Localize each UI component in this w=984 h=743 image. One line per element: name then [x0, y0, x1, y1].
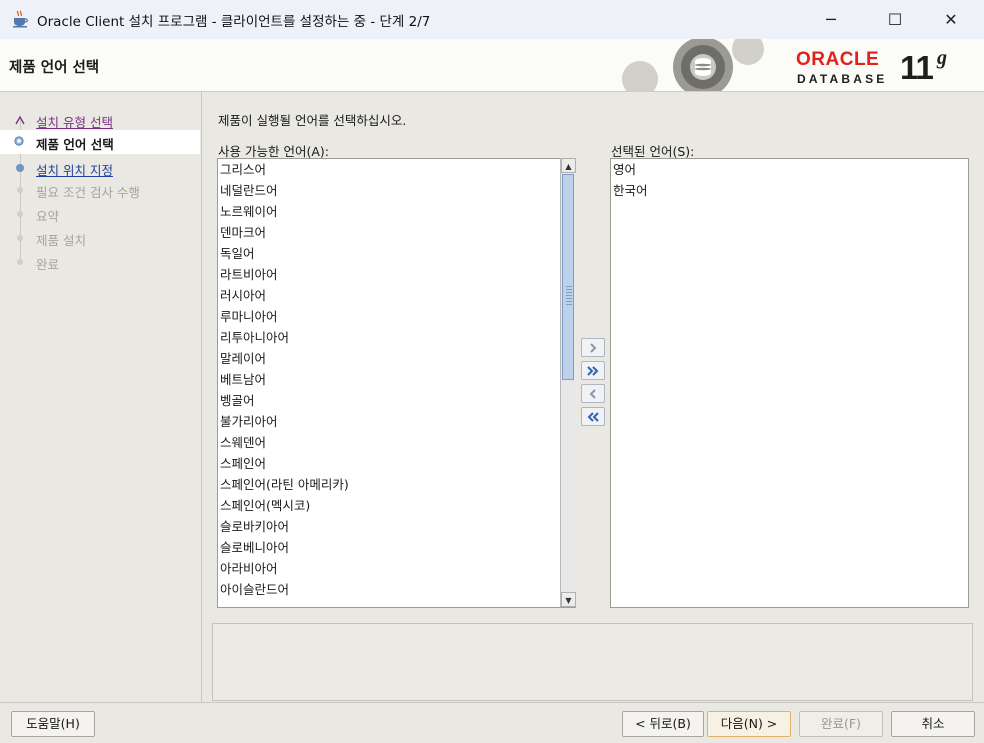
nav-step-label: 제품 설치 [36, 233, 86, 248]
move-all-right-button[interactable] [581, 361, 605, 380]
nav-step-label: 설치 위치 지정 [36, 163, 113, 178]
list-item[interactable]: 영어 [613, 159, 636, 180]
list-item[interactable]: 슬로베니아어 [220, 537, 289, 558]
gears-graphic-icon [622, 39, 764, 91]
move-all-left-button[interactable] [581, 407, 605, 426]
list-item[interactable]: 덴마크어 [220, 222, 266, 243]
database-logo-text: DATABASE [797, 72, 888, 86]
available-languages-list[interactable]: 그리스어 네덜란드어 노르웨이어 덴마크어 독일어 라트비아어 러시아어 루마니아어 리투아니아… [217, 158, 576, 608]
nav-step-label: 제품 언어 선택 [36, 137, 114, 152]
step-disabled-icon [17, 235, 23, 241]
list-item[interactable]: 불가리아어 [220, 411, 278, 432]
list-item[interactable]: 스페인어(멕시코) [220, 495, 310, 516]
scroll-grip-icon [566, 285, 572, 305]
list-item[interactable]: 스웨덴어 [220, 432, 266, 453]
scroll-thumb[interactable] [562, 174, 574, 380]
step-current-icon [14, 136, 24, 146]
nav-step-install-location[interactable]: 설치 위치 지정 [0, 156, 200, 180]
next-button[interactable]: 다음(N) > [707, 711, 791, 737]
list-item[interactable]: 러시아어 [220, 285, 266, 306]
list-item[interactable]: 스페인어(라틴 아메리카) [220, 474, 349, 495]
version-suffix-logo-text: g [937, 47, 947, 69]
page-title: 제품 언어 선택 [9, 60, 100, 76]
list-item[interactable]: 리투아니아어 [220, 327, 289, 348]
list-item[interactable]: 그리스어 [220, 159, 266, 180]
nav-step-summary: 요약 [0, 202, 200, 226]
step-navigation: 설치 유형 선택 제품 언어 선택 설치 위치 지정 필요 조건 검사 수행 요… [0, 92, 202, 702]
step-disabled-icon [17, 187, 23, 193]
maximize-button[interactable]: ☐ [872, 0, 918, 39]
nav-step-label: 필요 조건 검사 수행 [36, 185, 140, 200]
header-banner: 제품 언어 선택 ORACLE DATABASE 11 g [0, 39, 984, 92]
list-item[interactable]: 한국어 [613, 180, 648, 201]
nav-step-label: 완료 [36, 257, 60, 272]
step-done-icon [15, 115, 25, 125]
selected-languages-list[interactable]: 영어 한국어 [610, 158, 969, 608]
list-item[interactable]: 슬로바키아어 [220, 516, 289, 537]
window-title: Oracle Client 설치 프로그램 - 클라이언트를 설정하는 중 - … [37, 14, 431, 30]
double-chevron-right-icon [587, 366, 599, 376]
java-coffee-cup-icon [13, 10, 28, 28]
list-item[interactable]: 네덜란드어 [220, 180, 278, 201]
cancel-button[interactable]: 취소 [891, 711, 975, 737]
list-item[interactable]: 노르웨이어 [220, 201, 278, 222]
list-item[interactable]: 베트남어 [220, 369, 266, 390]
list-item[interactable]: 말레이어 [220, 348, 266, 369]
chevron-left-icon [589, 389, 596, 399]
nav-step-prerequisites: 필요 조건 검사 수행 [0, 178, 200, 202]
chevron-right-icon [590, 343, 597, 353]
list-item[interactable]: 독일어 [220, 243, 255, 264]
move-left-button[interactable] [581, 384, 605, 403]
button-bar-separator [0, 702, 984, 703]
list-item[interactable]: 아라비아어 [220, 558, 278, 579]
available-list-scrollbar[interactable]: ▲ ▼ [560, 158, 576, 607]
step-pending-icon [16, 164, 24, 172]
scroll-down-arrow-icon[interactable]: ▼ [561, 592, 576, 607]
nav-step-install-product: 제품 설치 [0, 226, 200, 250]
nav-step-install-type[interactable]: 설치 유형 선택 [0, 108, 200, 132]
list-item[interactable]: 벵골어 [220, 390, 255, 411]
nav-step-label: 설치 유형 선택 [36, 115, 113, 130]
message-panel [212, 623, 973, 701]
step-disabled-icon [17, 259, 23, 265]
finish-button: 완료(F) [799, 711, 883, 737]
move-right-button[interactable] [581, 338, 605, 357]
back-button[interactable]: < 뒤로(B) [622, 711, 704, 737]
list-item[interactable]: 라트비아어 [220, 264, 278, 285]
double-chevron-left-icon [587, 412, 599, 422]
nav-step-finish: 완료 [0, 250, 200, 274]
help-button[interactable]: 도움말(H) [11, 711, 95, 737]
oracle-database-logo: ORACLE DATABASE 11 g [796, 47, 956, 89]
list-item[interactable]: 아이슬란드어 [220, 579, 289, 600]
nav-step-label: 요약 [36, 209, 60, 224]
list-item[interactable]: 스페인어 [220, 453, 266, 474]
step-disabled-icon [17, 211, 23, 217]
instruction-text: 제품이 실행될 언어를 선택하십시오. [218, 113, 407, 128]
list-item[interactable]: 루마니아어 [220, 306, 278, 327]
minimize-button[interactable]: ─ [808, 0, 854, 39]
oracle-logo-text: ORACLE [796, 49, 880, 70]
version-logo-text: 11 [900, 49, 934, 86]
nav-step-product-language: 제품 언어 선택 [0, 130, 200, 154]
title-bar: Oracle Client 설치 프로그램 - 클라이언트를 설정하는 중 - … [0, 0, 984, 40]
close-button[interactable]: ✕ [928, 0, 974, 39]
scroll-up-arrow-icon[interactable]: ▲ [561, 158, 576, 173]
